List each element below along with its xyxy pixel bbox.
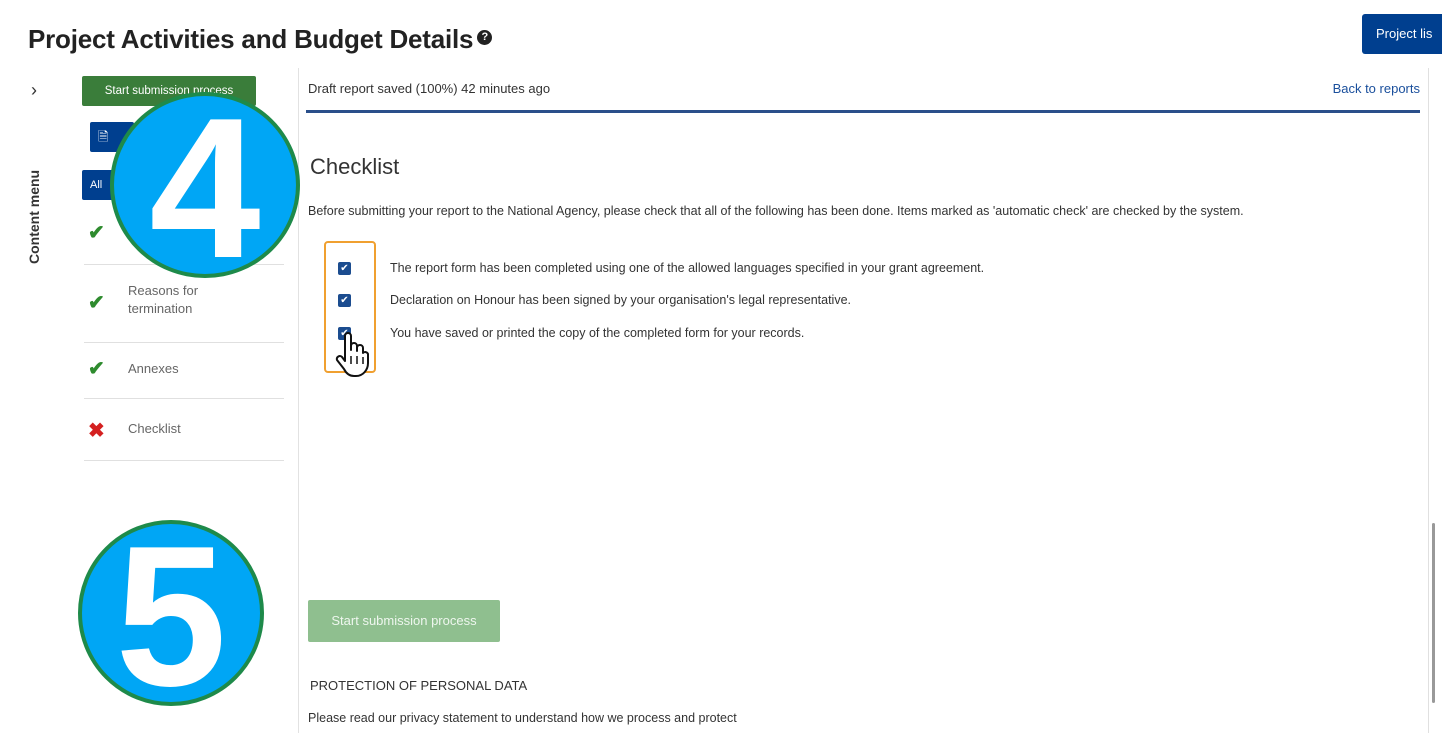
privacy-title: PROTECTION OF PERSONAL DATA xyxy=(310,678,528,693)
help-icon[interactable]: ? xyxy=(477,30,493,45)
page-title-text: Project Activities and Budget Details xyxy=(28,24,474,54)
section-title: Checklist xyxy=(310,154,400,179)
start-submission-button[interactable]: Start submission process xyxy=(308,600,500,642)
checklist-item-label: Declaration on Honour has been signed by… xyxy=(390,293,852,307)
draft-status: Draft report saved (100%) 42 minutes ago xyxy=(308,81,551,96)
chevron-right-icon[interactable]: › xyxy=(31,80,37,101)
checkbox[interactable]: ✔ xyxy=(338,262,351,275)
sidebar-item-label: Checklist xyxy=(128,421,181,436)
sidebar-item-checklist[interactable]: ✖ Checklist xyxy=(84,398,284,461)
content-menu-label[interactable]: Content menu xyxy=(26,170,42,264)
check-icon: ✔ xyxy=(88,292,105,314)
annotation-badge-4: 4 xyxy=(110,89,300,289)
content-menu-rail[interactable]: › Content menu xyxy=(0,68,67,733)
annotation-badge-5: 5 xyxy=(78,517,264,717)
sidebar-item-annexes[interactable]: ✔ Annexes xyxy=(84,342,284,399)
scrollbar[interactable] xyxy=(1428,68,1439,733)
scrollbar-thumb[interactable] xyxy=(1432,523,1435,703)
checklist-item-label: You have saved or printed the copy of th… xyxy=(390,326,805,340)
hand-cursor-icon xyxy=(335,332,369,377)
divider xyxy=(306,110,1420,113)
privacy-text: Please read our privacy statement to und… xyxy=(308,711,737,725)
back-to-reports-link[interactable]: Back to reports xyxy=(1333,81,1420,96)
cross-icon: ✖ xyxy=(88,420,105,442)
check-icon: ✔ xyxy=(88,358,105,380)
check-icon: ✔ xyxy=(88,222,105,244)
checkbox[interactable]: ✔ xyxy=(338,294,351,307)
checklist-intro: Before submitting your report to the Nat… xyxy=(308,204,1244,218)
pdf-icon: 🗎 xyxy=(98,129,109,144)
sidebar-item-label: Annexes xyxy=(128,361,179,376)
main-content: Draft report saved (100%) 42 minutes ago… xyxy=(298,68,1428,733)
project-list-button[interactable]: Project lis xyxy=(1362,14,1442,54)
checklist-item-label: The report form has been completed using… xyxy=(390,261,985,275)
page-title: Project Activities and Budget Details? xyxy=(28,24,493,55)
